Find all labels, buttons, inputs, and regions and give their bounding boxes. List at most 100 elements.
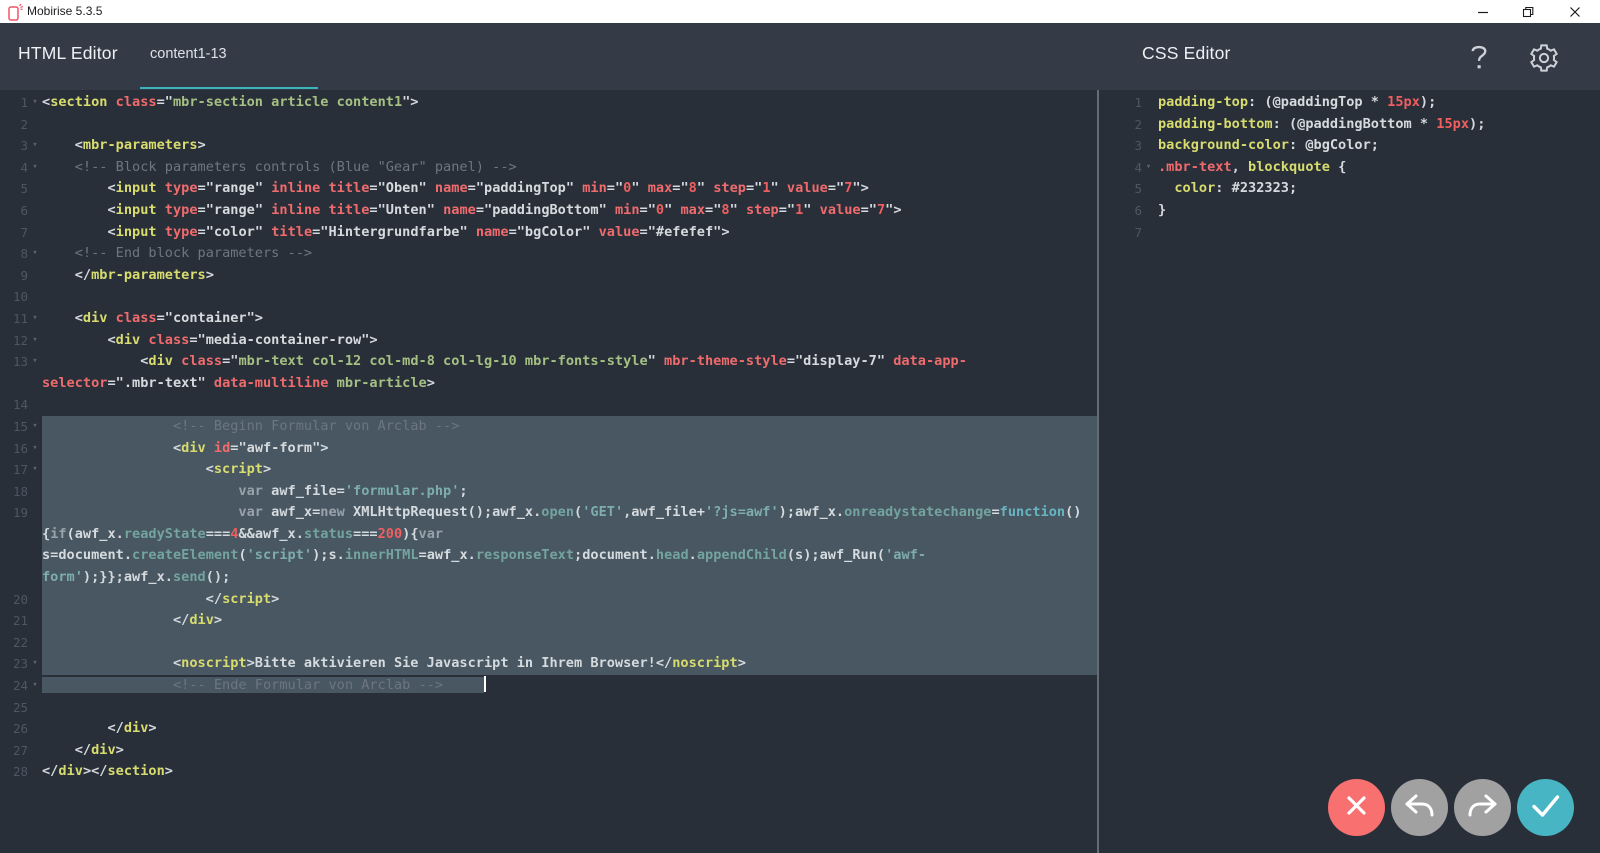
restore-button[interactable] xyxy=(1511,0,1545,23)
code-line[interactable]: 2padding-bottom: (@paddingBottom * 15px)… xyxy=(1099,114,1600,136)
code-line[interactable]: form');}};awf_x.send(); xyxy=(0,567,1097,589)
code-line[interactable]: 10 xyxy=(0,286,1097,308)
line-number: 2 xyxy=(0,114,28,136)
code-line[interactable]: 23▾ <noscript>Bitte aktivieren Sie Javas… xyxy=(0,653,1097,675)
line-number: 4 xyxy=(1099,157,1142,179)
help-icon[interactable] xyxy=(1468,42,1490,77)
code-line[interactable]: 22 xyxy=(0,632,1097,654)
code-text: <input type="color" title="Hintergrundfa… xyxy=(42,222,1097,244)
fold-arrow-icon[interactable]: ▾ xyxy=(28,438,42,460)
line-number: 18 xyxy=(0,481,28,503)
code-line[interactable]: 12▾ <div class="media-container-row"> xyxy=(0,330,1097,352)
code-line[interactable]: 13▾ <div class="mbr-text col-12 col-md-8… xyxy=(0,351,1097,373)
fold-spacer xyxy=(28,373,42,395)
code-line[interactable]: 4▾ <!-- Block parameters controls (Blue … xyxy=(0,157,1097,179)
fold-spacer xyxy=(1142,200,1155,222)
code-line[interactable]: 14 xyxy=(0,394,1097,416)
code-line[interactable]: 24▾ <!-- Ende Formular von Arclab --> xyxy=(0,675,1097,697)
fold-spacer xyxy=(1142,92,1155,114)
code-line[interactable]: 26 </div> xyxy=(0,718,1097,740)
text-cursor xyxy=(484,676,486,692)
line-number: 21 xyxy=(0,610,28,632)
line-number: 6 xyxy=(0,200,28,222)
code-line[interactable]: 27 </div> xyxy=(0,740,1097,762)
code-line[interactable]: 1▾<section class="mbr-section article co… xyxy=(0,92,1097,114)
code-line[interactable]: 2 xyxy=(0,114,1097,136)
editor-header: HTML Editor content1-13 CSS Editor xyxy=(0,23,1600,90)
html-editor-title: HTML Editor xyxy=(18,43,118,64)
code-line[interactable]: 3background-color: @bgColor; xyxy=(1099,135,1600,157)
fold-spacer xyxy=(1142,114,1155,136)
code-line[interactable]: 6} xyxy=(1099,200,1600,222)
code-line[interactable]: 5 <input type="range" inline title="Oben… xyxy=(0,178,1097,200)
fold-arrow-icon[interactable]: ▾ xyxy=(28,243,42,265)
fold-arrow-icon[interactable]: ▾ xyxy=(28,416,42,438)
fold-arrow-icon[interactable]: ▾ xyxy=(28,157,42,179)
fold-spacer xyxy=(28,265,42,287)
css-editor-title: CSS Editor xyxy=(1142,43,1231,64)
code-line[interactable]: 21 </div> xyxy=(0,610,1097,632)
code-line[interactable]: 15▾ <!-- Beginn Formular von Arclab --> xyxy=(0,416,1097,438)
code-line[interactable]: 9 </mbr-parameters> xyxy=(0,265,1097,287)
code-line[interactable]: 11▾ <div class="container"> xyxy=(0,308,1097,330)
redo-button[interactable] xyxy=(1454,779,1511,836)
fold-arrow-icon[interactable]: ▾ xyxy=(28,459,42,481)
code-line[interactable]: 25 xyxy=(0,697,1097,719)
check-icon xyxy=(1517,777,1574,839)
code-line[interactable]: {if(awf_x.readyState===4&&awf_x.status==… xyxy=(0,524,1097,546)
fold-arrow-icon[interactable]: ▾ xyxy=(28,675,42,697)
code-line[interactable]: 19 var awf_x=new XMLHttpRequest();awf_x.… xyxy=(0,502,1097,524)
line-number: 1 xyxy=(1099,92,1142,114)
fold-spacer xyxy=(28,222,42,244)
fold-arrow-icon[interactable]: ▾ xyxy=(28,330,42,352)
line-number: 10 xyxy=(0,286,28,308)
code-line[interactable]: 7 <input type="color" title="Hintergrund… xyxy=(0,222,1097,244)
fold-arrow-icon[interactable]: ▾ xyxy=(1142,157,1155,179)
fold-spacer xyxy=(28,114,42,136)
line-number: 28 xyxy=(0,761,28,783)
undo-button[interactable] xyxy=(1391,779,1448,836)
fold-arrow-icon[interactable]: ▾ xyxy=(28,351,42,373)
cancel-button[interactable] xyxy=(1328,779,1385,836)
gear-icon[interactable] xyxy=(1528,42,1560,79)
fold-spacer xyxy=(28,524,42,546)
code-line[interactable]: 20 </script> xyxy=(0,589,1097,611)
line-number: 3 xyxy=(1099,135,1142,157)
fold-spacer xyxy=(28,697,42,719)
code-text: } xyxy=(1155,200,1600,222)
code-line[interactable]: 16▾ <div id="awf-form"> xyxy=(0,438,1097,460)
fold-arrow-icon[interactable]: ▾ xyxy=(28,653,42,675)
confirm-button[interactable] xyxy=(1517,779,1574,836)
code-line[interactable]: 6 <input type="range" inline title="Unte… xyxy=(0,200,1097,222)
line-number: 22 xyxy=(0,632,28,654)
code-line[interactable]: 3▾ <mbr-parameters> xyxy=(0,135,1097,157)
fold-arrow-icon[interactable]: ▾ xyxy=(28,308,42,330)
code-line[interactable]: 28</div></section> xyxy=(0,761,1097,783)
css-code-editor[interactable]: 1padding-top: (@paddingTop * 15px);2padd… xyxy=(1099,90,1600,853)
code-line[interactable]: 5 color: #232323; xyxy=(1099,178,1600,200)
code-text: <div class="mbr-text col-12 col-md-8 col… xyxy=(42,351,1097,373)
tab-content1-13[interactable]: content1-13 xyxy=(140,23,318,90)
code-text: {if(awf_x.readyState===4&&awf_x.status==… xyxy=(42,524,1097,546)
code-line[interactable]: s=document.createElement('script');s.inn… xyxy=(0,545,1097,567)
code-text: <mbr-parameters> xyxy=(42,135,1097,157)
code-text: </script> xyxy=(42,589,1097,611)
code-line[interactable]: 17▾ <script> xyxy=(0,459,1097,481)
fold-arrow-icon[interactable]: ▾ xyxy=(28,135,42,157)
code-line[interactable]: 7 xyxy=(1099,222,1600,244)
code-text: <div class="container"> xyxy=(42,308,1097,330)
code-line[interactable]: 4▾.mbr-text, blockquote { xyxy=(1099,157,1600,179)
code-line[interactable]: 18 var awf_file='formular.php'; xyxy=(0,481,1097,503)
close-button[interactable] xyxy=(1558,0,1592,23)
code-text: <input type="range" inline title="Oben" … xyxy=(42,178,1097,200)
minimize-button[interactable] xyxy=(1466,0,1500,23)
fold-arrow-icon[interactable]: ▾ xyxy=(28,92,42,114)
code-line[interactable]: 1padding-top: (@paddingTop * 15px); xyxy=(1099,92,1600,114)
code-line[interactable]: selector=".mbr-text" data-multiline mbr-… xyxy=(0,373,1097,395)
fold-spacer xyxy=(28,178,42,200)
line-number: 7 xyxy=(1099,222,1142,244)
code-text: <!-- Beginn Formular von Arclab --> xyxy=(42,416,1097,438)
html-code-editor[interactable]: 1▾<section class="mbr-section article co… xyxy=(0,90,1097,853)
code-text: form');}};awf_x.send(); xyxy=(42,567,1097,589)
code-line[interactable]: 8▾ <!-- End block parameters --> xyxy=(0,243,1097,265)
